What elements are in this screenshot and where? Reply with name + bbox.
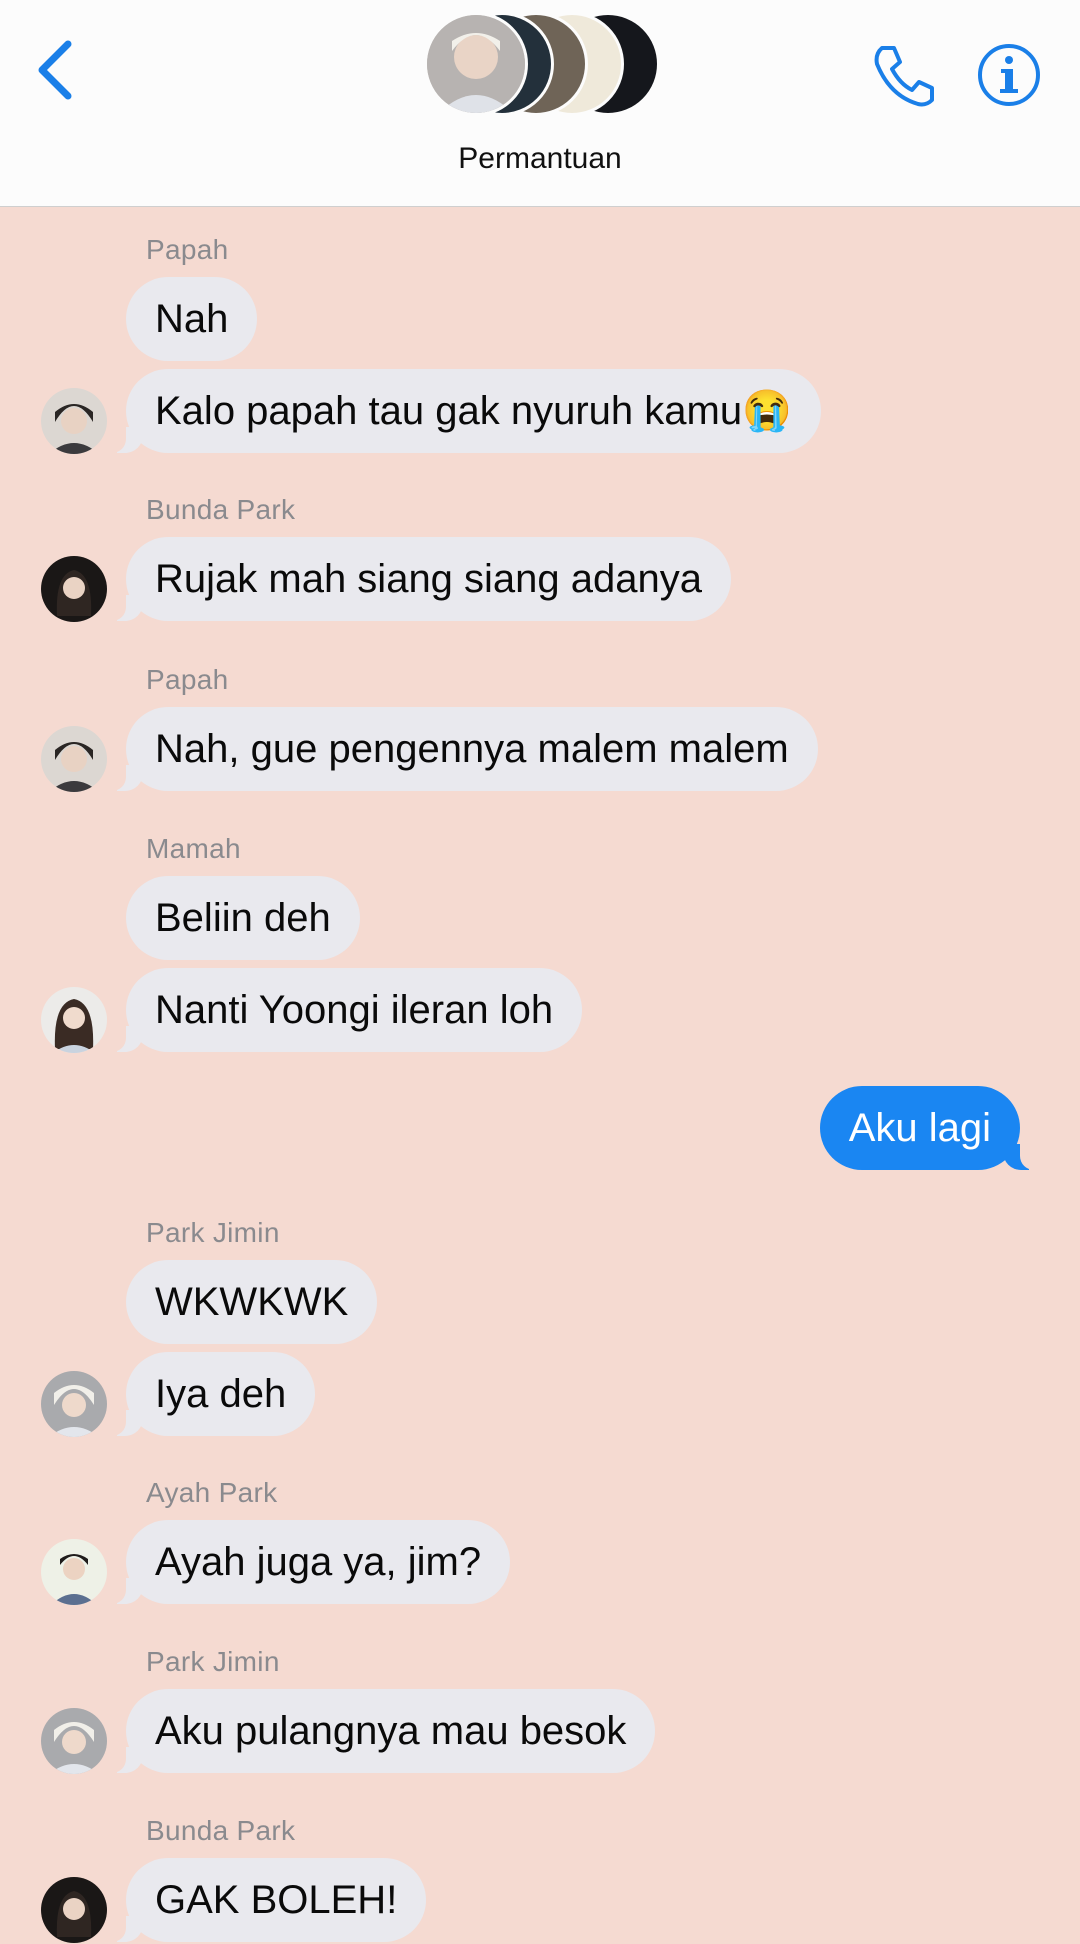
avatar-park-jimin[interactable]	[41, 1708, 107, 1774]
sender-name: Papah	[146, 664, 229, 695]
call-button[interactable]	[868, 40, 940, 112]
message-bubble[interactable]: Nanti Yoongi ileran loh	[105, 968, 583, 1052]
info-button[interactable]	[976, 42, 1042, 108]
chat-header: Permantuan	[0, 0, 1080, 207]
avatar-papah[interactable]	[41, 388, 107, 454]
info-icon	[978, 44, 1040, 106]
message-bubble[interactable]: GAK BOLEH!	[105, 1858, 427, 1942]
avatar-papah[interactable]	[41, 726, 107, 792]
message-bubble[interactable]: Rujak mah siang siang adanya	[105, 537, 732, 621]
message-bubble[interactable]: Iya deh	[105, 1352, 316, 1436]
avatar-bunda-park[interactable]	[41, 1877, 107, 1943]
avatar-bunda-park[interactable]	[41, 556, 107, 622]
group-title[interactable]: Permantuan	[0, 142, 1080, 176]
outgoing-message-bubble[interactable]: Aku lagi	[819, 1086, 1041, 1170]
message-bubble[interactable]: Aku pulangnya mau besok	[105, 1689, 656, 1773]
message-bubble[interactable]: Nah, gue pengennya malem malem	[106, 707, 818, 791]
message-bubble[interactable]: Kalo papah tau gak nyuruh kamu😭	[106, 369, 821, 453]
message-bubble[interactable]: Nah	[126, 277, 258, 361]
sender-name: Park Jimin	[146, 1646, 280, 1677]
sender-name: Papah	[146, 234, 229, 265]
avatar-ayah-park[interactable]	[41, 1539, 107, 1605]
avatar-park-jimin[interactable]	[41, 1371, 107, 1437]
sender-name: Park Jimin	[146, 1217, 280, 1248]
phone-icon	[874, 46, 934, 107]
chevron-left-icon	[38, 40, 72, 100]
group-avatar-0	[424, 12, 528, 116]
sender-name: Bunda Park	[146, 1815, 296, 1846]
sender-name: Ayah Park	[146, 1477, 278, 1508]
message-bubble[interactable]: Beliin deh	[126, 876, 360, 960]
message-list[interactable]: Papah Nah Kalo papah tau gak nyuruh kamu…	[0, 207, 1080, 1944]
sender-name: Bunda Park	[146, 494, 296, 525]
group-avatar-stack[interactable]	[424, 12, 664, 118]
avatar-mamah[interactable]	[41, 987, 107, 1053]
message-bubble[interactable]: WKWKWK	[126, 1260, 378, 1344]
back-button[interactable]	[28, 34, 88, 106]
message-bubble[interactable]: Ayah juga ya, jim?	[105, 1520, 511, 1604]
sender-name: Mamah	[146, 833, 241, 864]
